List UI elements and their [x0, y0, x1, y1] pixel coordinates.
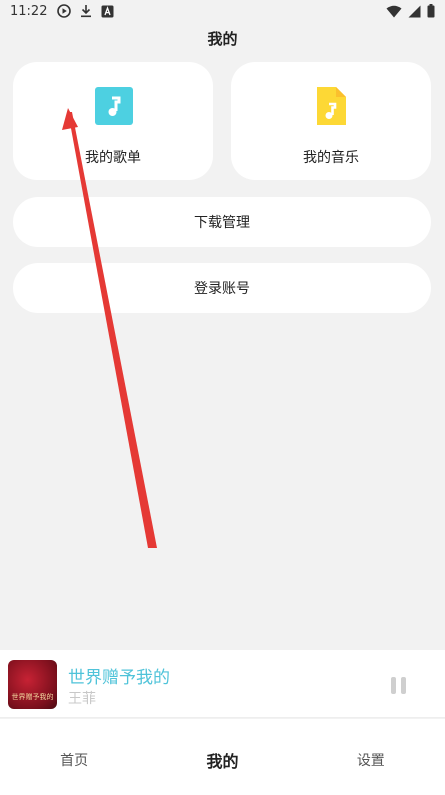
a-box-icon — [101, 5, 114, 17]
download-manager-label: 下载管理 — [194, 215, 250, 231]
my-music-label: 我的音乐 — [303, 150, 359, 166]
bottom-tab-bar: 首页 我的 设置 — [0, 719, 445, 795]
download-icon — [81, 5, 92, 18]
tab-mine[interactable]: 我的 — [148, 719, 296, 795]
page-title: 我的 — [207, 30, 238, 48]
signal-icon — [408, 5, 421, 17]
my-playlists-label: 我的歌单 — [85, 150, 141, 166]
status-time: 11:22 — [10, 3, 48, 19]
pause-button[interactable] — [387, 675, 409, 695]
tab-home[interactable]: 首页 — [0, 719, 148, 795]
my-music-card[interactable]: 我的音乐 — [231, 62, 431, 180]
tab-settings-label: 设置 — [356, 753, 385, 769]
status-bar: 11:22 — [0, 0, 445, 22]
tab-mine-label: 我的 — [206, 752, 239, 771]
battery-icon — [427, 4, 435, 18]
song-artist: 王菲 — [68, 691, 96, 707]
my-playlists-card[interactable]: 我的歌单 — [13, 62, 213, 180]
mini-player[interactable]: 世界赠予我的 世界赠予我的 王菲 — [0, 650, 445, 718]
wifi-icon — [386, 5, 402, 17]
music-file-icon — [317, 87, 346, 125]
login-account-button[interactable]: 登录账号 — [13, 263, 431, 313]
album-art-text: 世界赠予我的 — [11, 693, 54, 701]
tab-settings[interactable]: 设置 — [297, 719, 445, 795]
tab-home-label: 首页 — [60, 753, 89, 769]
song-title: 世界赠予我的 — [68, 668, 170, 688]
play-circle-icon — [57, 4, 72, 18]
pause-icon — [390, 676, 396, 694]
music-note-icon — [95, 87, 133, 125]
login-account-label: 登录账号 — [194, 281, 250, 297]
download-manager-button[interactable]: 下载管理 — [13, 197, 431, 247]
album-cover-image[interactable]: 世界赠予我的 — [8, 660, 57, 709]
pause-icon-bar — [400, 676, 406, 694]
